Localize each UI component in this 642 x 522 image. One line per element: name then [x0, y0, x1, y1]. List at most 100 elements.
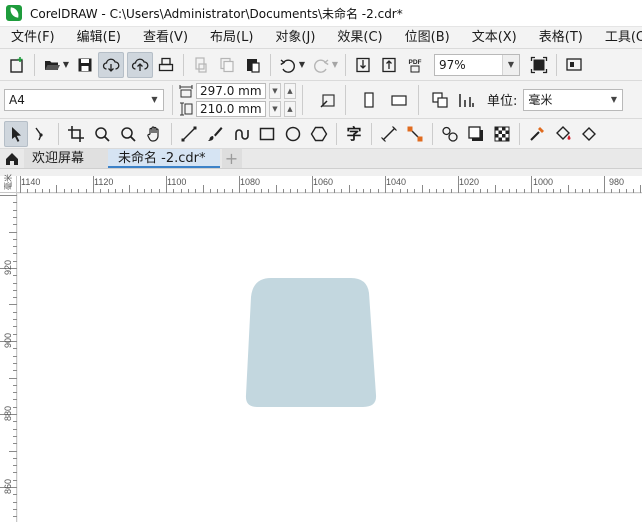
cloud-upload-button[interactable] [127, 51, 153, 78]
blend-tool-button[interactable] [437, 121, 463, 147]
cloud-download-button[interactable] [98, 51, 124, 78]
menu-tools[interactable]: 工具(O) [594, 27, 642, 49]
page-height-spinner[interactable]: ▼ [269, 100, 281, 117]
separator [58, 122, 59, 145]
options-button[interactable] [561, 52, 587, 78]
new-document-button[interactable] [4, 52, 30, 78]
landscape-button[interactable] [386, 87, 412, 113]
landscape-page-icon [391, 94, 407, 106]
zoom-level-combo[interactable]: 97% ▼ [434, 53, 520, 76]
page-height-input[interactable]: 210.0 mm [196, 100, 266, 117]
smart-fill-button[interactable] [576, 121, 602, 147]
ruler-label-1020: 1020 [459, 177, 480, 187]
dimension-line-icon [381, 125, 397, 142]
ruler-unit-label: 毫米 [4, 174, 13, 190]
drawn-trapezoid-shape[interactable] [245, 277, 379, 409]
dimension-tool-button[interactable] [376, 121, 402, 147]
menu-layout[interactable]: 布局(L) [199, 27, 264, 49]
undo-icon [280, 58, 295, 73]
ruler-label-1120: 1120 [94, 177, 114, 187]
print-button[interactable] [153, 52, 179, 78]
pick-tool-button[interactable] [4, 120, 28, 147]
connector-icon [407, 126, 423, 141]
menu-effects[interactable]: 效果(C) [326, 27, 393, 49]
horizontal-ruler[interactable]: 1140 1120 1100 1080 1060 1040 1020 1000 … [0, 176, 642, 193]
interactive-fill-button[interactable] [550, 121, 576, 147]
page-size-combo[interactable]: A4 ▼ [4, 88, 164, 111]
drop-shadow-tool-button[interactable] [463, 121, 489, 147]
transparency-icon [494, 126, 510, 141]
new-document-icon [10, 56, 23, 73]
redo-dropdown-caret[interactable]: ▼ [331, 52, 339, 78]
publish-pdf-button[interactable]: PDF [402, 52, 428, 78]
connector-tool-button[interactable] [402, 121, 428, 147]
add-tab-button[interactable]: + [221, 149, 242, 168]
save-button[interactable] [72, 52, 98, 78]
open-dropdown-caret[interactable]: ▼ [62, 52, 70, 78]
ruler-label-1100: 1100 [167, 177, 187, 187]
undo-dropdown-caret[interactable]: ▼ [298, 52, 306, 78]
page-position-button[interactable] [315, 87, 341, 113]
polygon-icon [310, 126, 328, 141]
menu-bitmaps[interactable]: 位图(B) [394, 27, 461, 49]
ruler-label-880: 880 [3, 405, 13, 421]
zoom-out-tool-button[interactable] [115, 121, 141, 147]
copy-icon [220, 57, 234, 72]
print-icon [158, 57, 174, 71]
freehand-tool-button[interactable] [176, 121, 202, 147]
menu-object[interactable]: 对象(J) [264, 27, 326, 49]
separator [270, 53, 271, 76]
unit-combo[interactable]: 毫米 ▼ [523, 88, 624, 111]
menu-table[interactable]: 表格(T) [528, 27, 594, 49]
tab-current-document[interactable]: 未命名 -2.cdr* [108, 149, 220, 168]
chevron-down-icon[interactable]: ▼ [605, 89, 623, 110]
page-width-input[interactable]: 297.0 mm [196, 82, 266, 99]
document-tab-bar: 欢迎屏幕 未命名 -2.cdr* + [0, 149, 642, 169]
rectangle-tool-button[interactable] [254, 121, 280, 147]
cut-button[interactable] [188, 52, 214, 78]
all-pages-icon [432, 91, 448, 108]
export-button[interactable] [376, 52, 402, 78]
current-page-button[interactable] [453, 87, 479, 113]
all-pages-button[interactable] [427, 87, 453, 113]
text-tool-button[interactable]: 字 [341, 121, 367, 147]
artistic-media-button[interactable] [202, 121, 228, 147]
options-icon [566, 57, 582, 71]
import-button[interactable] [350, 52, 376, 78]
shape-tool-button[interactable] [28, 121, 54, 147]
polygon-tool-button[interactable] [306, 121, 332, 147]
vertical-ruler-ticks [0, 195, 17, 517]
home-tab[interactable] [0, 149, 24, 168]
tab-welcome-screen[interactable]: 欢迎屏幕 [24, 149, 109, 168]
menu-text[interactable]: 文本(X) [461, 27, 528, 49]
paste-button[interactable] [240, 52, 266, 78]
separator [519, 122, 520, 145]
drop-shadow-icon [468, 125, 483, 141]
transparency-tool-button[interactable] [489, 121, 515, 147]
ellipse-tool-button[interactable] [280, 121, 306, 147]
pan-tool-button[interactable] [141, 121, 167, 147]
home-icon [6, 152, 18, 165]
zoom-to-page-button[interactable] [526, 52, 552, 78]
chevron-down-icon[interactable]: ▼ [146, 89, 163, 110]
crop-tool-button[interactable] [63, 121, 89, 147]
chevron-down-icon[interactable]: ▼ [502, 54, 519, 75]
page-width-spinner[interactable]: ▼ [269, 82, 281, 99]
vertical-ruler[interactable]: 920 900 880 860 [0, 193, 17, 522]
ruler-origin-corner[interactable]: 毫米 [0, 174, 17, 193]
pen-tool-button[interactable] [228, 121, 254, 147]
copy-button[interactable] [214, 52, 240, 78]
menu-view[interactable]: 查看(V) [132, 27, 199, 49]
page-height-spinner-up[interactable]: ▲ [284, 100, 296, 117]
redo-icon [314, 58, 329, 73]
menu-file[interactable]: 文件(F) [0, 27, 66, 49]
ellipse-icon [285, 126, 301, 141]
coreldraw-logo-icon [6, 5, 22, 21]
eyedropper-tool-button[interactable] [524, 121, 550, 147]
zoom-tool-button[interactable] [89, 121, 115, 147]
menu-edit[interactable]: 编辑(E) [66, 27, 132, 49]
portrait-button[interactable] [356, 87, 382, 113]
magnifier-icon [121, 126, 136, 142]
page-width-spinner-up[interactable]: ▲ [284, 82, 296, 99]
ruler-label-860: 860 [3, 478, 13, 494]
